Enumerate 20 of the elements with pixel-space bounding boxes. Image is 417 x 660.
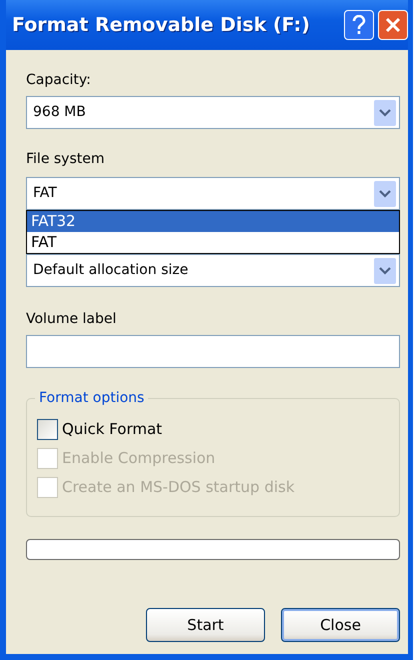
dropdown-option[interactable]: FAT32 bbox=[27, 211, 399, 232]
capacity-dropdown[interactable]: 968 MB bbox=[26, 96, 400, 129]
field-label: Capacity: bbox=[26, 71, 92, 90]
dropdown-option[interactable]: FAT bbox=[27, 232, 399, 253]
help-button[interactable] bbox=[344, 10, 374, 40]
file-system-dropdown[interactable]: FAT bbox=[26, 177, 400, 210]
help-icon bbox=[352, 15, 366, 35]
field-label: File system bbox=[26, 150, 106, 169]
volume-label-field[interactable] bbox=[26, 335, 400, 368]
close-dialog-button[interactable]: Close bbox=[281, 608, 400, 642]
checkbox[interactable] bbox=[37, 419, 58, 440]
start-button[interactable]: Start bbox=[146, 608, 265, 642]
allocation-dropdown[interactable]: Default allocation size bbox=[26, 254, 400, 287]
checkbox-label: Quick Format bbox=[62, 419, 162, 440]
checkbox-label: Enable Compression bbox=[62, 448, 216, 470]
close-button[interactable] bbox=[378, 10, 408, 40]
checkbox-label: Create an MS-DOS startup disk bbox=[62, 477, 295, 498]
close-icon bbox=[385, 17, 401, 33]
window-title: Format Removable Disk (F:) bbox=[12, 12, 310, 38]
field-label: Volume label bbox=[26, 310, 118, 329]
